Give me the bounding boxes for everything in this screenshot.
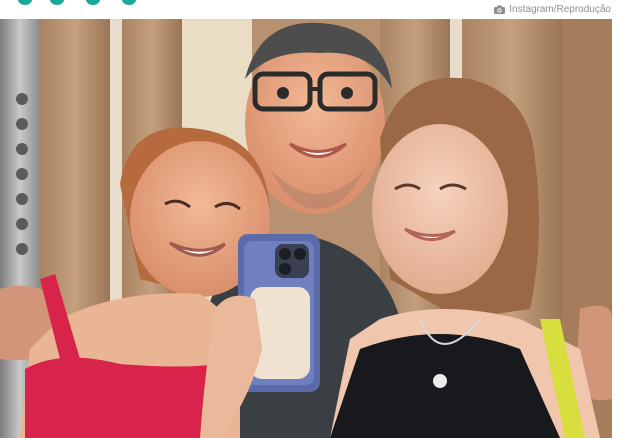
photo-illustration [0,19,612,438]
camera-icon [494,5,506,14]
brand-dot [86,0,100,5]
credit-text: Instagram/Reprodução [509,4,611,15]
mirror-selfie-photo [0,19,612,438]
brand-dot [122,0,136,5]
brand-dots [0,0,170,6]
brand-dot [18,0,32,5]
photo-credit: Instagram/Reprodução [494,4,611,15]
brand-dot [50,0,64,5]
top-bar: Instagram/Reprodução [0,0,619,19]
